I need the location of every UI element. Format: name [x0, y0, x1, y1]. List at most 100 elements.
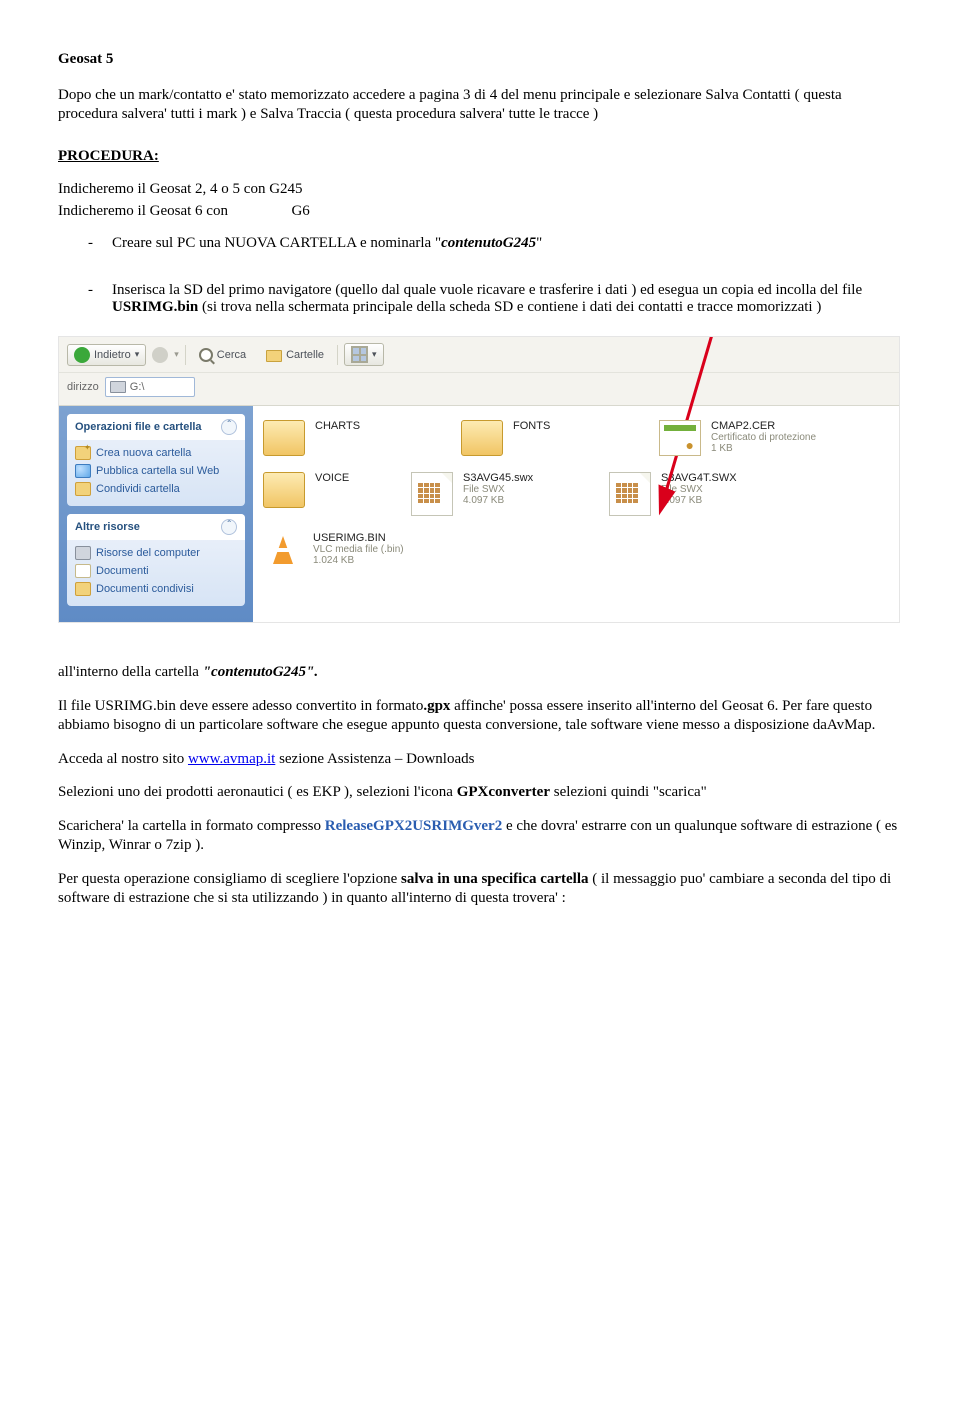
views-button[interactable]: ▾ [344, 343, 384, 366]
file-name: FONTS [513, 420, 550, 432]
file-s3avg45-swx[interactable]: S3AVG45.swx File SWX 4.097 KB [411, 472, 581, 516]
dash-icon: - [88, 235, 112, 252]
paragraph-gpxconverter: Selezioni uno dei prodotti aeronautici (… [58, 783, 902, 803]
file-type: File SWX [463, 484, 533, 495]
address-input[interactable]: G:\ [105, 377, 195, 397]
share-folder-icon [75, 482, 91, 496]
procedura-heading: PROCEDURA: [58, 148, 159, 164]
sidebar-item-share-folder[interactable]: Condividi cartella [75, 480, 237, 498]
globe-icon [75, 464, 91, 478]
sidebar-item-shared-docs[interactable]: Documenti condivisi [75, 580, 237, 598]
bullet-text: Inserisca la SD del primo navigatore (qu… [112, 282, 902, 316]
section-title: Geosat 5 [58, 50, 902, 70]
back-button[interactable]: Indietro ▾ [67, 344, 146, 366]
folder-icon [461, 420, 503, 456]
folder-icon [263, 472, 305, 508]
emphasis: "contenutoG245". [203, 664, 318, 680]
new-folder-icon [75, 446, 91, 460]
sidebar-item-new-folder[interactable]: Crea nuova cartella [75, 444, 237, 462]
label: Documenti condivisi [96, 583, 194, 595]
file-name: CMAP2.CER [711, 420, 816, 432]
file-name: VOICE [315, 472, 349, 484]
label: Cartelle [286, 349, 324, 361]
paragraph-convert-gpx: Il file USRIMG.bin deve essere adesso co… [58, 697, 902, 736]
label: Condividi cartella [96, 483, 180, 495]
chevron-up-icon: ˆ [221, 519, 237, 535]
text: Scarichera' la cartella in formato compr… [58, 818, 325, 834]
file-type: Certificato di protezione [711, 432, 816, 443]
bold-ext: .gpx [423, 698, 450, 714]
folder-fonts[interactable]: FONTS [461, 420, 631, 456]
emphasis: contenutoG245 [441, 235, 536, 251]
chevron-down-icon: ▾ [372, 349, 377, 360]
line-indicheremo-g245: Indicheremo il Geosat 2, 4 o 5 con G245 [58, 180, 902, 200]
explorer-sidebar: Operazioni file e cartella ˆ Crea nuova … [59, 406, 253, 622]
forward-button[interactable] [152, 347, 168, 363]
back-arrow-icon [74, 347, 90, 363]
label: Documenti [96, 565, 149, 577]
file-userimg-bin[interactable]: USERIMG.BIN VLC media file (.bin) 1.024 … [263, 532, 453, 572]
shared-documents-icon [75, 582, 91, 596]
sidebar-panel-header[interactable]: Operazioni file e cartella ˆ [67, 414, 245, 440]
file-s3avg4t-swx[interactable]: S3AVG4T.SWX File SWX 4.097 KB [609, 472, 779, 516]
sidebar-panel-header[interactable]: Altre risorse ˆ [67, 514, 245, 540]
sidebar-item-publish-web[interactable]: Pubblica cartella sul Web [75, 462, 237, 480]
document-page: Geosat 5 Dopo che un mark/contatto e' st… [0, 0, 960, 939]
address-label: dirizzo [67, 381, 99, 393]
label: Indietro [94, 349, 131, 361]
dash-icon: - [88, 282, 112, 316]
post-screenshot-line: all'interno della cartella "contenutoG24… [58, 663, 902, 683]
text: Selezioni uno dei prodotti aeronautici (… [58, 784, 457, 800]
swx-file-icon [609, 472, 651, 516]
file-name: S3AVG45.swx [463, 472, 533, 484]
sidebar-panel-fileops: Operazioni file e cartella ˆ Crea nuova … [67, 414, 245, 506]
text: Inserisca la SD del primo navigatore (qu… [112, 282, 862, 298]
release-name: ReleaseGPX2USRIMGver2 [325, 818, 502, 834]
text: Il file USRIMG.bin deve essere adesso co… [58, 698, 423, 714]
search-button[interactable]: Cerca [192, 345, 253, 365]
text: (si trova nella schermata principale del… [198, 299, 821, 315]
drive-icon [110, 381, 126, 393]
views-icon [351, 346, 368, 363]
file-type: VLC media file (.bin) [313, 544, 404, 555]
text: Creare sul PC una NUOVA CARTELLA e nomin… [112, 235, 441, 251]
folders-button[interactable]: Cartelle [259, 344, 331, 365]
bullet-insert-sd: - Inserisca la SD del primo navigatore (… [88, 282, 902, 316]
file-type: File SWX [661, 484, 737, 495]
file-size: 4.097 KB [661, 495, 737, 506]
text: all'interno della cartella [58, 664, 203, 680]
explorer-content: CHARTS FONTS CMAP2.CER Certificato di pr… [253, 406, 899, 622]
label: Cerca [217, 349, 246, 361]
swx-file-icon [411, 472, 453, 516]
chevron-down-icon: ▾ [174, 349, 179, 360]
file-cmap2-cer[interactable]: CMAP2.CER Certificato di protezione 1 KB [659, 420, 849, 456]
label: Pubblica cartella sul Web [96, 465, 219, 477]
file-name: S3AVG4T.SWX [661, 472, 737, 484]
paragraph-download: Scarichera' la cartella in formato compr… [58, 817, 902, 856]
sidebar-item-documents[interactable]: Documenti [75, 562, 237, 580]
vlc-cone-icon [263, 532, 303, 572]
avmap-link[interactable]: www.avmap.it [188, 751, 275, 767]
file-name: USERIMG.BIN [313, 532, 404, 544]
file-size: 4.097 KB [463, 495, 533, 506]
label: Altre risorse [75, 521, 140, 533]
explorer-body: Operazioni file e cartella ˆ Crea nuova … [59, 406, 899, 622]
text: Indicheremo il Geosat 6 con [58, 203, 228, 219]
text: sezione Assistenza – Downloads [275, 751, 474, 767]
intro-paragraph: Dopo che un mark/contatto e' stato memor… [58, 86, 902, 125]
search-icon [199, 348, 213, 362]
folder-voice[interactable]: VOICE [263, 472, 383, 516]
file-name: CHARTS [315, 420, 360, 432]
explorer-screenshot: Indietro ▾ ▾ Cerca Cartelle ▾ dirizzo [58, 336, 900, 623]
folder-icon [263, 420, 305, 456]
folder-charts[interactable]: CHARTS [263, 420, 433, 456]
bold: GPXconverter [457, 784, 550, 800]
folder-icon [266, 350, 282, 362]
filename-bold: USRIMG.bin [112, 299, 198, 315]
sidebar-item-my-computer[interactable]: Risorse del computer [75, 544, 237, 562]
label: Operazioni file e cartella [75, 421, 202, 433]
paragraph-website: Acceda al nostro sito www.avmap.it sezio… [58, 750, 902, 770]
label: Crea nuova cartella [96, 447, 191, 459]
chevron-down-icon: ▾ [135, 349, 140, 360]
chevron-up-icon: ˆ [221, 419, 237, 435]
